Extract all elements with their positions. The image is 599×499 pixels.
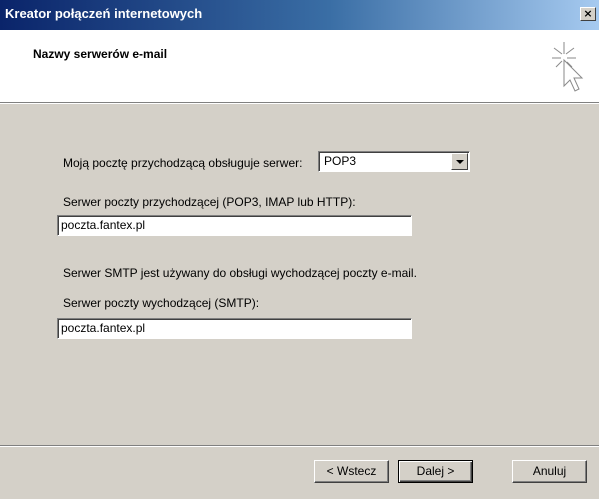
back-button[interactable]: < Wstecz: [314, 460, 389, 483]
window-title: Kreator połączeń internetowych: [5, 6, 203, 21]
close-button[interactable]: ×: [580, 7, 596, 21]
smtp-note: Serwer SMTP jest używany do obsługi wych…: [63, 266, 417, 280]
title-bar[interactable]: Kreator połączeń internetowych ×: [0, 0, 599, 30]
incoming-server-type-select[interactable]: POP3: [318, 151, 470, 172]
incoming-server-type-label: Moją pocztę przychodzącą obsługuje serwe…: [63, 156, 303, 170]
outgoing-server-input[interactable]: poczta.fantex.pl: [57, 318, 412, 339]
page-title: Nazwy serwerów e-mail: [33, 47, 168, 61]
next-button[interactable]: Dalej >: [398, 460, 473, 483]
footer-divider-highlight: [0, 446, 599, 447]
wizard-window: Kreator połączeń internetowych × Nazwy s…: [0, 0, 599, 499]
incoming-server-type-value: POP3: [324, 154, 357, 168]
incoming-server-input[interactable]: poczta.fantex.pl: [57, 215, 412, 236]
wizard-header: Nazwy serwerów e-mail: [0, 30, 599, 103]
cancel-button[interactable]: Anuluj: [512, 460, 587, 483]
header-divider: [0, 103, 599, 104]
incoming-server-label: Serwer poczty przychodzącej (POP3, IMAP …: [63, 195, 356, 209]
chevron-down-icon[interactable]: [451, 153, 468, 170]
outgoing-server-label: Serwer poczty wychodzącej (SMTP):: [63, 296, 260, 310]
wizard-sparkle-cursor-icon: [552, 42, 584, 92]
